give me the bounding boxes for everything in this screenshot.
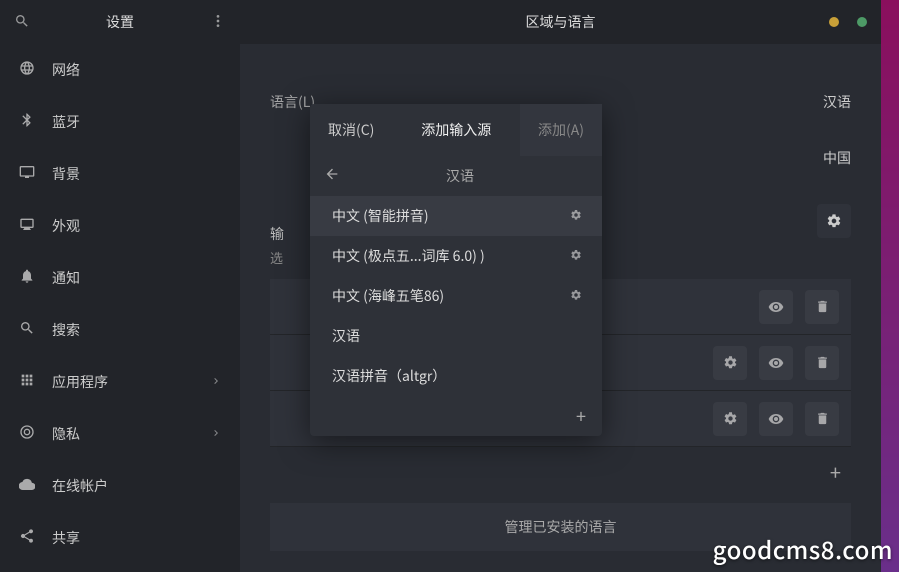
sidebar-item-label: 共享 bbox=[52, 528, 80, 548]
gear-icon bbox=[570, 248, 582, 265]
dialog-list-item[interactable]: 中文 (海峰五笔86) bbox=[310, 276, 602, 316]
monitor-icon bbox=[18, 164, 36, 185]
bell-icon bbox=[18, 268, 36, 289]
watermark: goodcms8.com bbox=[713, 531, 893, 566]
sidebar-item-share[interactable]: 共享 bbox=[0, 512, 240, 564]
sidebar-item-label: 外观 bbox=[52, 216, 80, 236]
sidebar-item-label: 通知 bbox=[52, 268, 80, 288]
row-gear-button[interactable] bbox=[713, 346, 747, 380]
main-header: 区域与语言 bbox=[240, 0, 881, 44]
globe-icon bbox=[18, 60, 36, 81]
sidebar-item-display[interactable]: 外观 bbox=[0, 200, 240, 252]
dialog-list-item[interactable]: 汉语拼音（altgr） bbox=[310, 356, 602, 396]
add-icon[interactable]: + bbox=[830, 457, 841, 486]
dialog-subheader: 汉语 bbox=[352, 166, 588, 186]
sidebar: 设置 网络蓝牙背景外观通知搜索应用程序隐私在线帐户共享 bbox=[0, 0, 240, 572]
sidebar-item-label: 隐私 bbox=[52, 424, 80, 444]
language-label: 语言(L) bbox=[270, 92, 315, 112]
dialog-item-label: 中文 (智能拼音) bbox=[332, 206, 429, 226]
dialog-item-label: 汉语拼音（altgr） bbox=[332, 366, 446, 386]
row-trash-button[interactable] bbox=[805, 402, 839, 436]
sidebar-item-target[interactable]: 隐私 bbox=[0, 408, 240, 460]
sidebar-item-label: 蓝牙 bbox=[52, 112, 80, 132]
minimize-icon[interactable] bbox=[829, 17, 839, 27]
add-input-source-dialog: 取消(C) 添加输入源 添加(A) 汉语 中文 (智能拼音) 中文 (极点五...… bbox=[310, 104, 602, 436]
sidebar-item-label: 搜索 bbox=[52, 320, 80, 340]
cloud-icon bbox=[18, 476, 36, 497]
menu-icon[interactable] bbox=[210, 10, 226, 34]
dialog-item-label: 中文 (极点五...词库 6.0) ) bbox=[332, 246, 485, 266]
row-eye-button[interactable] bbox=[759, 402, 793, 436]
sidebar-item-cloud[interactable]: 在线帐户 bbox=[0, 460, 240, 512]
dialog-add-icon[interactable]: + bbox=[576, 403, 586, 429]
search-icon bbox=[18, 320, 36, 341]
add-button[interactable]: 添加(A) bbox=[520, 104, 602, 156]
region-value: 中国 bbox=[823, 148, 851, 168]
input-settings-button[interactable] bbox=[817, 204, 851, 238]
row-eye-button[interactable] bbox=[759, 290, 793, 324]
sidebar-item-search[interactable]: 搜索 bbox=[0, 304, 240, 356]
back-icon[interactable] bbox=[324, 166, 340, 187]
sidebar-item-label: 背景 bbox=[52, 164, 80, 184]
sidebar-item-globe[interactable]: 网络 bbox=[0, 44, 240, 96]
row-eye-button[interactable] bbox=[759, 346, 793, 380]
sidebar-item-bluetooth[interactable]: 蓝牙 bbox=[0, 96, 240, 148]
sidebar-item-label: 网络 bbox=[52, 60, 80, 80]
dialog-list-item[interactable]: 汉语 bbox=[310, 316, 602, 356]
cancel-button[interactable]: 取消(C) bbox=[310, 104, 392, 156]
page-title: 区域与语言 bbox=[526, 12, 596, 32]
search-icon[interactable] bbox=[14, 10, 30, 34]
sidebar-header: 设置 bbox=[0, 0, 240, 44]
dialog-list: 中文 (智能拼音) 中文 (极点五...词库 6.0) ) 中文 (海峰五笔86) 汉… bbox=[310, 196, 602, 396]
sidebar-item-apps[interactable]: 应用程序 bbox=[0, 356, 240, 408]
row-gear-button[interactable] bbox=[713, 402, 747, 436]
window-controls bbox=[829, 17, 867, 27]
row-trash-button[interactable] bbox=[805, 346, 839, 380]
desktop-background bbox=[881, 0, 899, 572]
chevron-right-icon bbox=[210, 372, 222, 392]
chevron-right-icon bbox=[210, 424, 222, 444]
sidebar-item-monitor[interactable]: 背景 bbox=[0, 148, 240, 200]
share-icon bbox=[18, 528, 36, 549]
sidebar-item-label: 应用程序 bbox=[52, 372, 108, 392]
gear-icon bbox=[570, 208, 582, 225]
dialog-list-item[interactable]: 中文 (极点五...词库 6.0) ) bbox=[310, 236, 602, 276]
maximize-icon[interactable] bbox=[857, 17, 867, 27]
apps-icon bbox=[18, 372, 36, 393]
gear-icon bbox=[570, 288, 582, 305]
sidebar-title: 设置 bbox=[42, 12, 198, 32]
sidebar-item-bell[interactable]: 通知 bbox=[0, 252, 240, 304]
dialog-item-label: 中文 (海峰五笔86) bbox=[332, 286, 444, 306]
dialog-list-item[interactable]: 中文 (智能拼音) bbox=[310, 196, 602, 236]
dialog-item-label: 汉语 bbox=[332, 326, 360, 346]
display-icon bbox=[18, 216, 36, 237]
sidebar-item-label: 在线帐户 bbox=[52, 476, 108, 496]
language-value: 汉语 bbox=[823, 92, 851, 112]
add-source-row: + bbox=[270, 447, 851, 495]
bluetooth-icon bbox=[18, 112, 36, 133]
target-icon bbox=[18, 424, 36, 445]
dialog-title: 添加输入源 bbox=[392, 120, 520, 140]
row-trash-button[interactable] bbox=[805, 290, 839, 324]
